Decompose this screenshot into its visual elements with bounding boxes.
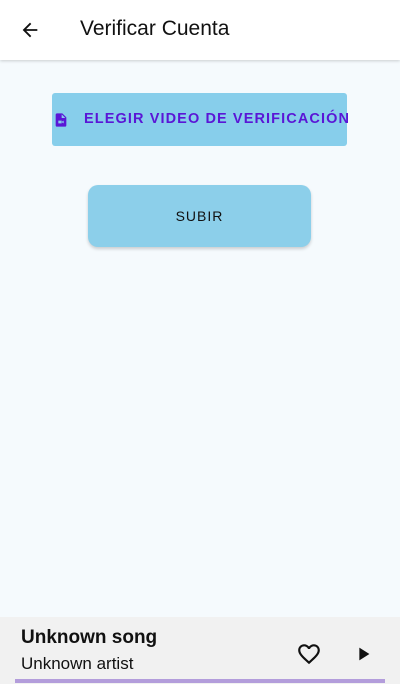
upload-label: SUBIR: [175, 208, 224, 224]
song-artist: Unknown artist: [21, 654, 134, 673]
play-icon: [359, 647, 370, 661]
arrow-back-icon: [22, 22, 38, 38]
choose-verification-video-button[interactable]: ELEGIR VIDEO DE VERIFICACIÓN: [52, 93, 351, 146]
main-content: ELEGIR VIDEO DE VERIFICACIÓN SUBIR: [0, 60, 400, 617]
heart-outline-icon: [298, 644, 320, 665]
upload-button[interactable]: SUBIR: [88, 185, 311, 247]
page-title: Verificar Cuenta: [80, 17, 230, 40]
song-title: Unknown song: [21, 627, 158, 648]
play-button[interactable]: [352, 643, 374, 665]
app-bar: Verificar Cuenta: [0, 0, 400, 60]
choose-video-label: ELEGIR VIDEO DE VERIFICACIÓN: [84, 111, 351, 127]
mini-player[interactable]: Unknown song Unknown artist: [0, 617, 400, 684]
video-file-icon: [55, 113, 67, 127]
back-button[interactable]: [14, 14, 46, 46]
playback-progress-bar[interactable]: [15, 679, 385, 683]
favorite-button[interactable]: [295, 641, 323, 667]
